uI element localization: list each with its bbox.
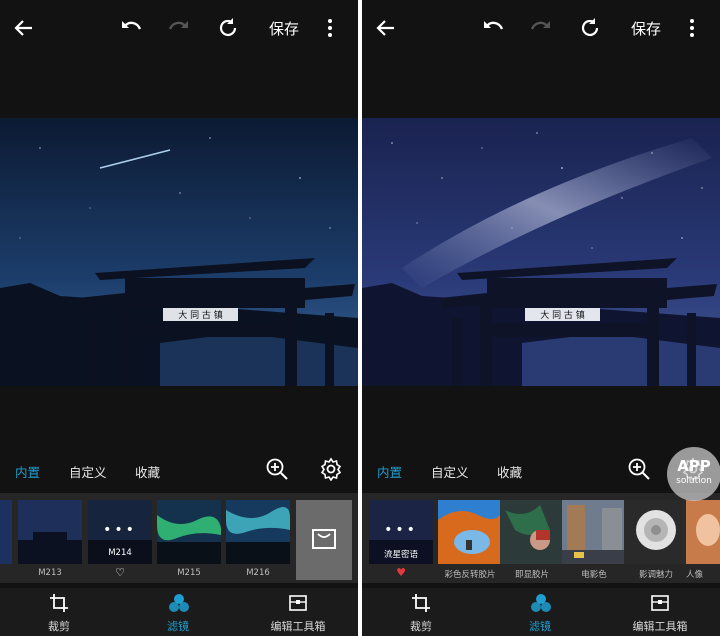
filter-strip: M213 ••• M214 ♡ M215 M216 bbox=[0, 493, 358, 583]
gate-sign-text: 大 同 古 镇 bbox=[178, 309, 223, 321]
filter-label-cinema-color: 电影色 bbox=[581, 570, 607, 580]
watermark-text: APP bbox=[677, 457, 711, 475]
filter-label-m214: M214 bbox=[108, 548, 132, 558]
shopping-bag-icon bbox=[312, 529, 336, 549]
filter-thumb-cinema-color[interactable] bbox=[562, 500, 626, 564]
more-menu-icon[interactable] bbox=[318, 16, 342, 40]
favorite-heart-icon[interactable]: ♡ bbox=[88, 566, 152, 579]
photo-preview: 大 同 古 镇 bbox=[0, 118, 358, 386]
top-toolbar: 保存 bbox=[0, 0, 358, 58]
top-toolbar: 保存 bbox=[362, 0, 720, 58]
filter-strip: ••• 流星密语 ♥ 彩色反转胶片 即显胶片 电影色 影调魅力 人像 bbox=[362, 493, 720, 583]
redo-icon[interactable] bbox=[529, 16, 553, 40]
save-button[interactable]: 保存 bbox=[269, 18, 299, 39]
nav-toolbox-label: 编辑工具箱 bbox=[632, 620, 688, 633]
filter-tabs: 内置 自定义 收藏 bbox=[0, 450, 358, 490]
more-menu-icon[interactable] bbox=[680, 16, 704, 40]
nav-filter-label: 滤镜 bbox=[167, 620, 189, 633]
nav-crop[interactable]: 裁剪 bbox=[376, 588, 466, 636]
filter-thumb-partial[interactable] bbox=[0, 500, 12, 564]
nav-toolbox[interactable]: 编辑工具箱 bbox=[615, 588, 705, 636]
bottom-nav: 裁剪 滤镜 编辑工具箱 bbox=[362, 588, 720, 636]
filter-icon bbox=[531, 594, 551, 612]
nav-crop-label: 裁剪 bbox=[48, 620, 70, 633]
reset-icon[interactable] bbox=[216, 16, 240, 40]
nav-toolbox-label: 编辑工具箱 bbox=[270, 620, 326, 633]
tab-favorites[interactable]: 收藏 bbox=[497, 462, 522, 481]
back-arrow-icon[interactable] bbox=[12, 16, 36, 40]
app-solution-watermark: APP solution bbox=[667, 447, 720, 501]
back-arrow-icon[interactable] bbox=[374, 16, 398, 40]
nav-filter[interactable]: 滤镜 bbox=[133, 588, 223, 636]
favorite-heart-filled-icon[interactable]: ♥ bbox=[369, 566, 433, 579]
filter-thumb-tonal-charm[interactable] bbox=[624, 500, 688, 564]
filter-store-button[interactable] bbox=[296, 500, 352, 580]
tab-builtin[interactable]: 内置 bbox=[15, 462, 40, 481]
filter-icon bbox=[169, 594, 189, 612]
filter-label-instant-film: 即显胶片 bbox=[514, 570, 549, 580]
reset-icon[interactable] bbox=[578, 16, 602, 40]
filter-thumb-m214[interactable]: ••• M214 bbox=[88, 500, 152, 564]
right-screen: 保存 大 同 古 镇 内置 自定义 收藏 ••• 流星密语 ♥ 彩色反转胶片 即… bbox=[362, 0, 720, 636]
filter-label-color-reversal: 彩色反转胶片 bbox=[444, 570, 496, 580]
photo-preview-filtered: 大 同 古 镇 bbox=[362, 118, 720, 386]
save-button[interactable]: 保存 bbox=[631, 18, 661, 39]
tab-custom[interactable]: 自定义 bbox=[431, 462, 469, 481]
watermark-subtext: solution bbox=[676, 476, 712, 486]
filter-thumb-m216[interactable] bbox=[226, 500, 290, 564]
filter-thumb-m213[interactable] bbox=[18, 500, 82, 564]
filter-thumb-meteor-whisper[interactable]: ••• 流星密语 bbox=[369, 500, 433, 564]
app-comparison: 保存 大 同 古 镇 内置 自定义 收藏 M213 ••• M214 ♡ M21… bbox=[0, 0, 720, 636]
filter-options-icon[interactable]: ••• bbox=[88, 522, 152, 538]
crop-icon bbox=[412, 594, 430, 612]
filter-label-tonal-charm: 影调魅力 bbox=[638, 570, 673, 580]
left-screen: 保存 大 同 古 镇 内置 自定义 收藏 M213 ••• M214 ♡ M21… bbox=[0, 0, 358, 636]
filter-label-m213: M213 bbox=[38, 568, 62, 578]
filter-label-portrait: 人像 bbox=[686, 570, 704, 580]
nav-toolbox[interactable]: 编辑工具箱 bbox=[253, 588, 343, 636]
crop-icon bbox=[50, 594, 68, 612]
toolbox-icon bbox=[289, 595, 307, 611]
tab-favorites[interactable]: 收藏 bbox=[135, 462, 160, 481]
zoom-in-icon[interactable] bbox=[265, 457, 289, 481]
toolbox-icon bbox=[651, 595, 669, 611]
nav-filter-label: 滤镜 bbox=[529, 620, 551, 633]
undo-icon[interactable] bbox=[119, 16, 143, 40]
bottom-nav: 裁剪 滤镜 编辑工具箱 bbox=[0, 588, 358, 636]
nav-filter[interactable]: 滤镜 bbox=[495, 588, 585, 636]
zoom-in-icon[interactable] bbox=[627, 457, 651, 481]
nav-crop-label: 裁剪 bbox=[410, 620, 432, 633]
filter-label-meteor-whisper: 流星密语 bbox=[383, 550, 418, 560]
filter-thumb-portrait[interactable] bbox=[686, 500, 720, 564]
nav-crop[interactable]: 裁剪 bbox=[14, 588, 104, 636]
filter-thumb-m215[interactable] bbox=[157, 500, 221, 564]
tab-builtin[interactable]: 内置 bbox=[377, 462, 402, 481]
filter-options-icon[interactable]: ••• bbox=[369, 522, 433, 538]
filter-thumb-instant-film[interactable] bbox=[500, 500, 564, 564]
filter-label-m215: M215 bbox=[177, 568, 201, 578]
tab-custom[interactable]: 自定义 bbox=[69, 462, 107, 481]
undo-icon[interactable] bbox=[481, 16, 505, 40]
filter-thumb-color-reversal[interactable] bbox=[438, 500, 502, 564]
filter-label-m216: M216 bbox=[246, 568, 270, 578]
settings-gear-icon[interactable] bbox=[319, 457, 343, 481]
redo-icon[interactable] bbox=[167, 16, 191, 40]
gate-sign-text: 大 同 古 镇 bbox=[540, 309, 585, 321]
